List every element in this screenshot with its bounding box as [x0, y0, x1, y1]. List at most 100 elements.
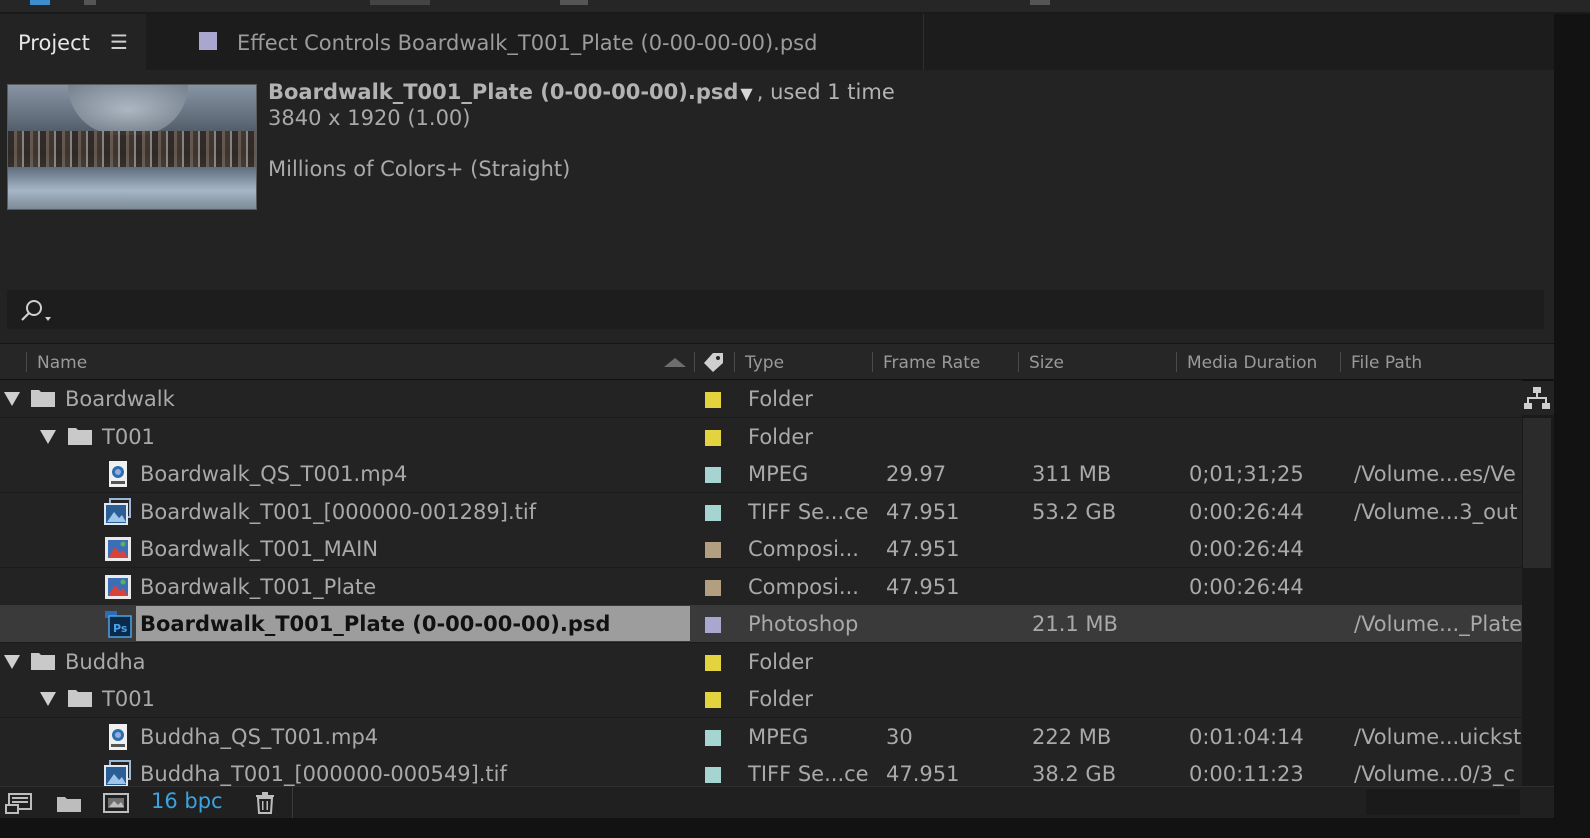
label-color-swatch[interactable]: [705, 429, 721, 446]
table-row[interactable]: Boardwalk_T001_MAIN Composi... 47.951 0:00:…: [0, 530, 1522, 568]
label-color-swatch[interactable]: [705, 617, 721, 633]
column-name[interactable]: Name: [37, 353, 87, 373]
column-media-duration[interactable]: Media Duration: [1187, 353, 1317, 373]
search-icon[interactable]: [17, 297, 57, 323]
item-name: Boardwalk_T001_MAIN: [140, 537, 379, 561]
item-name: Boardwalk_T001_Plate (0-00-00-00).psd: [140, 612, 611, 636]
tab-project[interactable]: Project ☰: [0, 14, 146, 70]
table-row[interactable]: Buddha_QS_T001.mp4 MPEG 30 222 MB 0:01:04:14…: [0, 717, 1522, 756]
item-type: Folder: [748, 649, 813, 674]
item-file-path: /Volume...uickst: [1354, 724, 1522, 749]
search-field[interactable]: [7, 290, 1544, 329]
composition-icon: [105, 574, 131, 599]
item-name: Boardwalk_QS_T001.mp4: [140, 462, 408, 486]
app-toolbar-strip: [0, 0, 1590, 14]
label-color-swatch[interactable]: [705, 392, 721, 408]
new-composition-icon[interactable]: [101, 791, 131, 815]
svg-text:Ps: Ps: [113, 622, 128, 635]
column-frame-rate[interactable]: Frame Rate: [883, 353, 980, 373]
table-row[interactable]: Ps Boardwalk_T001_Plate (0-00-00-00).psd P…: [0, 605, 1522, 643]
selected-name-highlight[interactable]: Boardwalk_T001_Plate (0-00-00-00).psd: [136, 606, 690, 641]
label-color-swatch[interactable]: [705, 504, 721, 521]
color-depth-button[interactable]: 16 bpc: [151, 789, 223, 813]
footage-thumbnail: [7, 84, 257, 210]
item-media-duration: 0:00:26:44: [1189, 574, 1304, 599]
tab-effect-controls[interactable]: Effect Controls Boardwalk_T001_Plate (0-…: [147, 14, 924, 70]
quicktime-file-icon: [109, 723, 127, 750]
column-size[interactable]: Size: [1029, 353, 1064, 373]
label-color-swatch[interactable]: [705, 579, 721, 596]
project-item-list: Boardwalk Folder T001 Folder Boardwalk_QS_T0…: [0, 380, 1522, 786]
item-type: Composi...: [748, 537, 859, 561]
horizontal-scrollbar[interactable]: [1366, 789, 1520, 815]
tab-project-label: Project: [18, 31, 90, 55]
folder-row[interactable]: T001 Folder: [0, 417, 1522, 456]
item-frame-rate: 30: [886, 724, 913, 749]
item-type: Folder: [748, 424, 813, 449]
folder-icon: [31, 652, 55, 670]
item-type: TIFF Se...ce: [748, 762, 869, 786]
chevron-down-icon[interactable]: ▼: [740, 84, 752, 103]
item-name: Buddha_QS_T001.mp4: [140, 724, 379, 749]
quicktime-file-icon: [109, 461, 127, 487]
item-type: MPEG: [748, 724, 809, 749]
image-sequence-icon: [104, 497, 131, 525]
selected-item-name: Boardwalk_T001_Plate (0-00-00-00).psd: [268, 80, 739, 104]
item-type: Folder: [748, 687, 813, 711]
panel-tab-bar: Project ☰ Effect Controls Boardwalk_T001…: [0, 14, 1590, 70]
item-type: Composi...: [748, 574, 859, 599]
label-color-swatch[interactable]: [705, 729, 721, 746]
item-frame-rate: 47.951: [886, 762, 960, 786]
sort-ascending-icon[interactable]: [664, 358, 686, 367]
label-color-swatch[interactable]: [705, 692, 721, 708]
table-row[interactable]: Boardwalk_T001_[000000-001289].tif TIFF S…: [0, 492, 1522, 531]
item-frame-rate: 47.951: [886, 499, 960, 524]
item-name: Buddha: [65, 649, 146, 674]
item-media-duration: 0:00:11:23: [1189, 762, 1304, 786]
folder-row[interactable]: T001 Folder: [0, 680, 1522, 718]
item-name: Boardwalk: [65, 387, 175, 411]
scrollbar-thumb[interactable]: [1523, 418, 1551, 568]
item-name: T001: [102, 687, 155, 711]
disclosure-triangle-icon[interactable]: [40, 429, 56, 444]
item-size: 222 MB: [1032, 724, 1112, 749]
photoshop-file-icon: Ps: [105, 611, 132, 638]
hamburger-menu-icon[interactable]: ☰: [110, 30, 128, 54]
folder-icon: [31, 390, 55, 407]
item-media-duration: 0:00:26:44: [1189, 499, 1304, 524]
flowchart-icon[interactable]: [1523, 386, 1551, 412]
interpret-footage-icon[interactable]: [4, 791, 34, 815]
usage-count: , used 1 time: [756, 80, 895, 104]
new-folder-icon[interactable]: [54, 791, 84, 815]
item-name: Boardwalk_T001_Plate: [140, 574, 377, 599]
item-size: 38.2 GB: [1032, 762, 1117, 786]
panel-divider: [1554, 14, 1590, 838]
item-size: 53.2 GB: [1032, 499, 1117, 524]
label-color-swatch[interactable]: [705, 542, 721, 558]
table-row[interactable]: Buddha_T001_[000000-000549].tif TIFF Se..…: [0, 755, 1522, 786]
table-row[interactable]: Boardwalk_T001_Plate Composi... 47.951 0:00…: [0, 567, 1522, 606]
disclosure-triangle-icon[interactable]: [40, 692, 56, 706]
footage-color-depth: Millions of Colors+ (Straight): [268, 157, 571, 181]
item-file-path: /Volume..._Plate: [1354, 612, 1522, 636]
label-color-swatch[interactable]: [705, 767, 721, 783]
item-name: Boardwalk_T001_[000000-001289].tif: [140, 499, 537, 524]
folder-row[interactable]: Buddha Folder: [0, 642, 1522, 681]
item-size: 21.1 MB: [1032, 612, 1118, 636]
disclosure-triangle-icon[interactable]: [4, 392, 20, 406]
item-file-path: /Volume...3_out: [1354, 499, 1518, 524]
trash-icon[interactable]: [250, 791, 280, 815]
label-color-swatch: [199, 32, 217, 50]
item-name: T001: [102, 424, 155, 449]
project-panel-footer: 16 bpc: [0, 786, 1554, 819]
label-color-swatch[interactable]: [705, 467, 721, 483]
disclosure-triangle-icon[interactable]: [4, 654, 20, 669]
label-color-swatch[interactable]: [705, 654, 721, 671]
item-frame-rate: 47.951: [886, 574, 960, 599]
folder-row[interactable]: Boardwalk Folder: [0, 380, 1522, 418]
tag-icon[interactable]: [703, 351, 725, 373]
table-row[interactable]: Boardwalk_QS_T001.mp4 MPEG 29.97 311 MB 0;01…: [0, 455, 1522, 493]
column-file-path[interactable]: File Path: [1351, 353, 1422, 373]
column-type[interactable]: Type: [745, 353, 784, 373]
item-file-path: /Volume...es/Ve: [1354, 462, 1516, 486]
